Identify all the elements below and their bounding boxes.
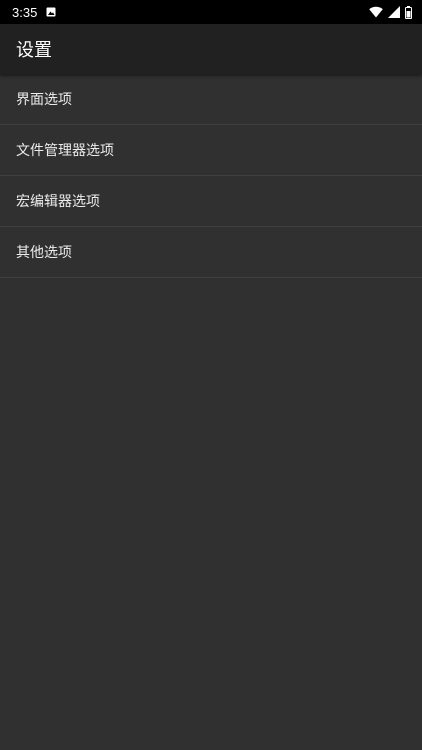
settings-item-label: 文件管理器选项 [16, 143, 114, 159]
page-title: 设置 [16, 40, 52, 61]
settings-item-interface[interactable]: 界面选项 [0, 74, 422, 125]
status-right [369, 5, 412, 19]
settings-item-macro-editor[interactable]: 宏编辑器选项 [0, 176, 422, 227]
status-left: 3:35 [12, 5, 56, 20]
battery-icon [405, 5, 412, 19]
signal-icon [388, 6, 400, 18]
wifi-icon [369, 6, 383, 18]
status-time: 3:35 [12, 4, 38, 20]
settings-list: 界面选项 文件管理器选项 宏编辑器选项 其他选项 [0, 74, 422, 278]
settings-item-label: 界面选项 [16, 92, 72, 108]
settings-item-file-manager[interactable]: 文件管理器选项 [0, 125, 422, 176]
settings-item-label: 宏编辑器选项 [16, 194, 100, 210]
notification-icon [46, 7, 56, 17]
settings-item-label: 其他选项 [16, 245, 72, 261]
status-bar: 3:35 [0, 0, 422, 24]
app-bar: 设置 [0, 24, 422, 74]
settings-item-other[interactable]: 其他选项 [0, 227, 422, 278]
